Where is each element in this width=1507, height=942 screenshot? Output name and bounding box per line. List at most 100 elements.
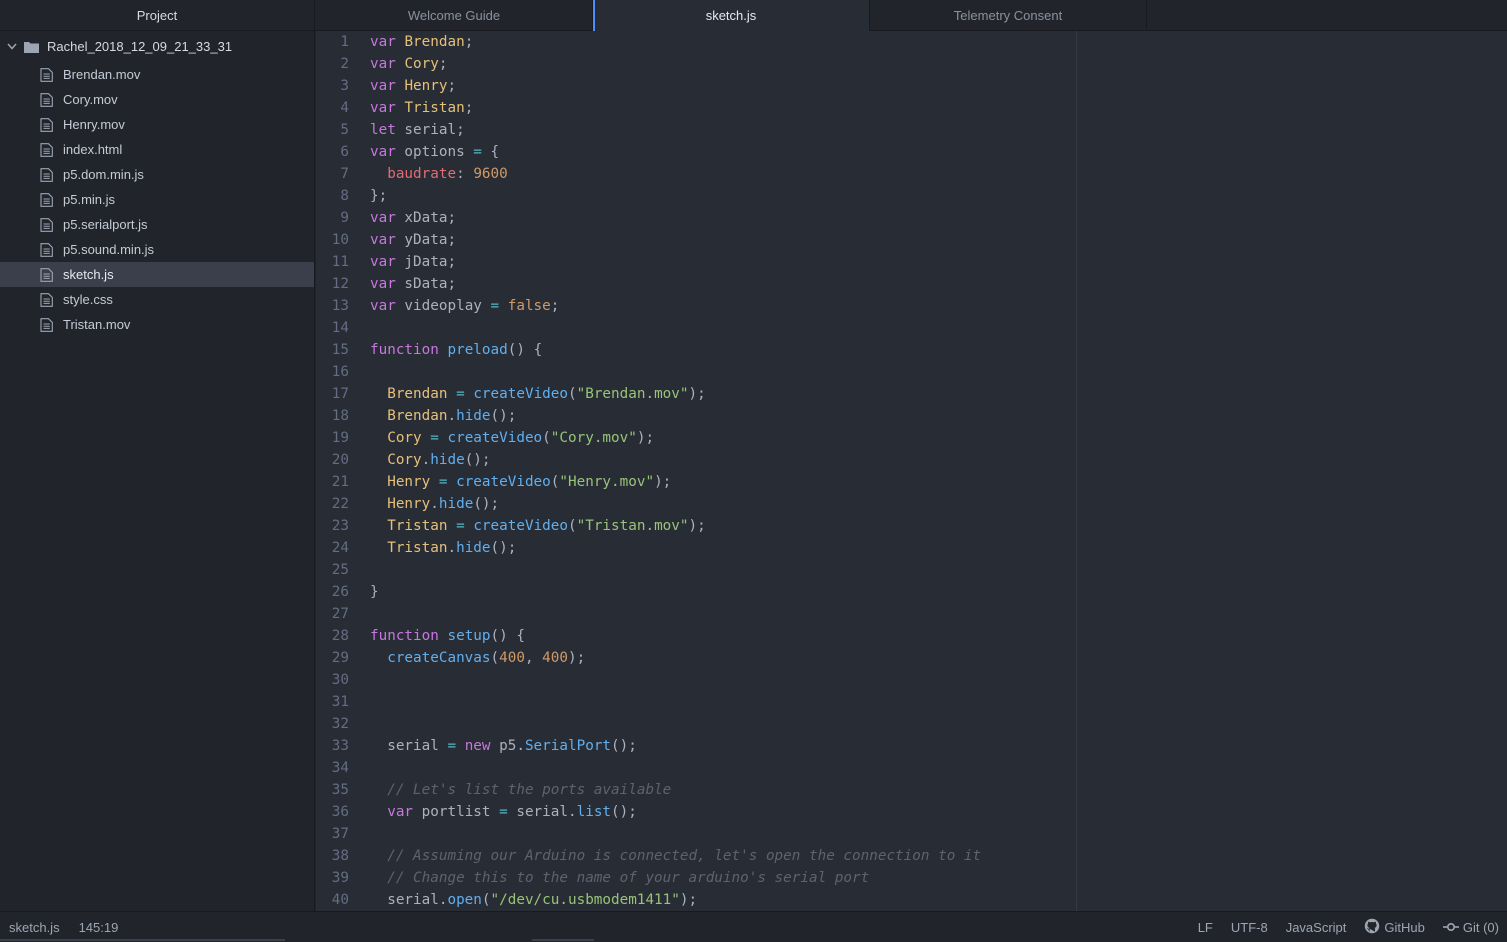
code-editor[interactable]: 1 var Brendan; 2 var Cory; 3 var Henry; 4 var T… xyxy=(316,31,1507,911)
status-cursor-position[interactable]: 145:19 xyxy=(79,920,119,935)
line-number[interactable]: 31 xyxy=(316,691,349,713)
code-line[interactable]: 35 // Let's list the ports available xyxy=(316,779,1507,801)
status-grammar[interactable]: JavaScript xyxy=(1286,920,1347,935)
status-line-ending[interactable]: LF xyxy=(1198,920,1213,935)
line-number[interactable]: 17 xyxy=(316,383,349,405)
line-number[interactable]: 33 xyxy=(316,735,349,757)
file-item[interactable]: p5.serialport.js xyxy=(0,212,314,237)
status-file-path[interactable]: sketch.js xyxy=(9,920,60,935)
editor-tab[interactable]: sketch.js xyxy=(593,0,870,31)
line-number[interactable]: 29 xyxy=(316,647,349,669)
line-number[interactable]: 25 xyxy=(316,559,349,581)
code-line[interactable]: 5 let serial; xyxy=(316,119,1507,141)
file-item[interactable]: p5.dom.min.js xyxy=(0,162,314,187)
file-item[interactable]: index.html xyxy=(0,137,314,162)
code-line[interactable]: 16 xyxy=(316,361,1507,383)
code-line[interactable]: 3 var Henry; xyxy=(316,75,1507,97)
editor-tab[interactable]: Welcome Guide xyxy=(316,0,593,31)
line-number[interactable]: 9 xyxy=(316,207,349,229)
line-number[interactable]: 8 xyxy=(316,185,349,207)
code-line[interactable]: 14 xyxy=(316,317,1507,339)
code-line[interactable]: 28 function setup() { xyxy=(316,625,1507,647)
code-line[interactable]: 39 // Change this to the name of your ar… xyxy=(316,867,1507,889)
file-item[interactable]: sketch.js xyxy=(0,262,314,287)
line-number[interactable]: 26 xyxy=(316,581,349,603)
line-number[interactable]: 3 xyxy=(316,75,349,97)
code-line[interactable]: 24 Tristan.hide(); xyxy=(316,537,1507,559)
line-number[interactable]: 22 xyxy=(316,493,349,515)
code-line[interactable]: 11 var jData; xyxy=(316,251,1507,273)
file-item[interactable]: Tristan.mov xyxy=(0,312,314,337)
code-line[interactable]: 38 // Assuming our Arduino is connected,… xyxy=(316,845,1507,867)
status-github[interactable]: GitHub xyxy=(1364,918,1425,937)
code-line[interactable]: 18 Brendan.hide(); xyxy=(316,405,1507,427)
line-number[interactable]: 1 xyxy=(316,31,349,53)
code-line[interactable]: 26} xyxy=(316,581,1507,603)
chevron-down-icon[interactable] xyxy=(6,41,18,53)
editor-tab[interactable]: Telemetry Consent xyxy=(870,0,1147,31)
code-line[interactable]: 15 function preload() { xyxy=(316,339,1507,361)
code-lines[interactable]: 1 var Brendan; 2 var Cory; 3 var Henry; 4 var T… xyxy=(316,31,1507,911)
file-item[interactable]: style.css xyxy=(0,287,314,312)
line-number[interactable]: 37 xyxy=(316,823,349,845)
code-line[interactable]: 33 serial = new p5.SerialPort(); xyxy=(316,735,1507,757)
code-line[interactable]: 10 var yData; xyxy=(316,229,1507,251)
line-number[interactable]: 40 xyxy=(316,889,349,911)
line-number[interactable]: 10 xyxy=(316,229,349,251)
line-number[interactable]: 36 xyxy=(316,801,349,823)
file-item[interactable]: Henry.mov xyxy=(0,112,314,137)
line-number[interactable]: 34 xyxy=(316,757,349,779)
status-git[interactable]: Git (0) xyxy=(1442,920,1499,935)
line-number[interactable]: 16 xyxy=(316,361,349,383)
line-number[interactable]: 30 xyxy=(316,669,349,691)
code-line[interactable]: 40 serial.open("/dev/cu.usbmodem1411"); xyxy=(316,889,1507,911)
code-line[interactable]: 21 Henry = createVideo("Henry.mov"); xyxy=(316,471,1507,493)
code-line[interactable]: 6 var options = { xyxy=(316,141,1507,163)
file-item[interactable]: Brendan.mov xyxy=(0,62,314,87)
line-number[interactable]: 6 xyxy=(316,141,349,163)
line-number[interactable]: 27 xyxy=(316,603,349,625)
code-line[interactable]: 13 var videoplay = false; xyxy=(316,295,1507,317)
code-line[interactable]: 19 Cory = createVideo("Cory.mov"); xyxy=(316,427,1507,449)
code-line[interactable]: 25 xyxy=(316,559,1507,581)
code-line[interactable]: 27 xyxy=(316,603,1507,625)
code-line[interactable]: 12 var sData; xyxy=(316,273,1507,295)
line-number[interactable]: 32 xyxy=(316,713,349,735)
line-number[interactable]: 28 xyxy=(316,625,349,647)
line-number[interactable]: 2 xyxy=(316,53,349,75)
code-line[interactable]: 1 var Brendan; xyxy=(316,31,1507,53)
code-line[interactable]: 22 Henry.hide(); xyxy=(316,493,1507,515)
code-line[interactable]: 37 xyxy=(316,823,1507,845)
code-line[interactable]: 2 var Cory; xyxy=(316,53,1507,75)
line-number[interactable]: 39 xyxy=(316,867,349,889)
code-line[interactable]: 4 var Tristan; xyxy=(316,97,1507,119)
code-line[interactable]: 20 Cory.hide(); xyxy=(316,449,1507,471)
code-line[interactable]: 34 xyxy=(316,757,1507,779)
line-number[interactable]: 4 xyxy=(316,97,349,119)
code-line[interactable]: 8}; xyxy=(316,185,1507,207)
line-number[interactable]: 20 xyxy=(316,449,349,471)
line-number[interactable]: 12 xyxy=(316,273,349,295)
line-number[interactable]: 35 xyxy=(316,779,349,801)
line-number[interactable]: 21 xyxy=(316,471,349,493)
line-number[interactable]: 7 xyxy=(316,163,349,185)
file-item[interactable]: p5.min.js xyxy=(0,187,314,212)
line-number[interactable]: 13 xyxy=(316,295,349,317)
line-number[interactable]: 18 xyxy=(316,405,349,427)
file-item[interactable]: Cory.mov xyxy=(0,87,314,112)
code-line[interactable]: 7 baudrate: 9600 xyxy=(316,163,1507,185)
project-root-folder[interactable]: Rachel_2018_12_09_21_33_31 xyxy=(0,31,314,62)
code-line[interactable]: 31 xyxy=(316,691,1507,713)
code-line[interactable]: 9 var xData; xyxy=(316,207,1507,229)
code-line[interactable]: 30 xyxy=(316,669,1507,691)
line-number[interactable]: 24 xyxy=(316,537,349,559)
code-line[interactable]: 23 Tristan = createVideo("Tristan.mov"); xyxy=(316,515,1507,537)
file-item[interactable]: p5.sound.min.js xyxy=(0,237,314,262)
line-number[interactable]: 15 xyxy=(316,339,349,361)
line-number[interactable]: 19 xyxy=(316,427,349,449)
line-number[interactable]: 11 xyxy=(316,251,349,273)
line-number[interactable]: 5 xyxy=(316,119,349,141)
code-line[interactable]: 29 createCanvas(400, 400); xyxy=(316,647,1507,669)
line-number[interactable]: 38 xyxy=(316,845,349,867)
line-number[interactable]: 14 xyxy=(316,317,349,339)
